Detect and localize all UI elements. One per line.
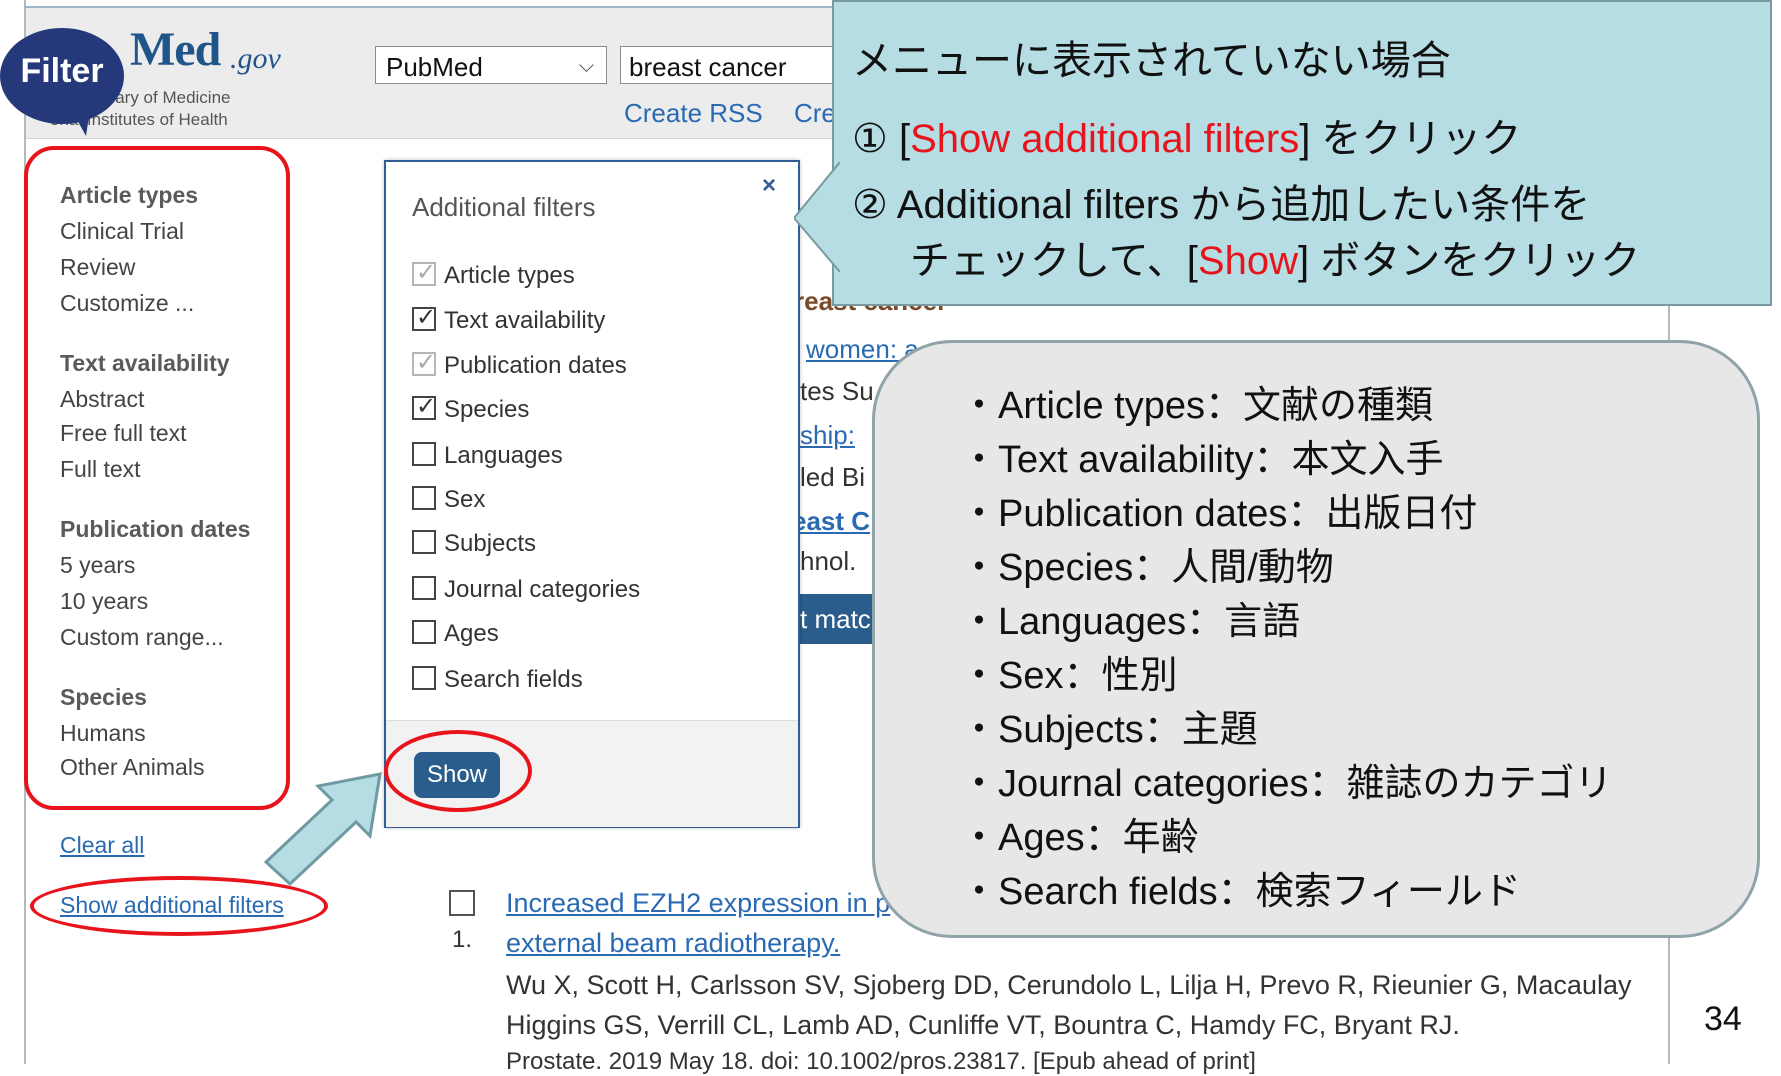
checkbox-search-fields[interactable] [412,666,436,690]
pubmed-logo[interactable]: Med [130,22,221,77]
checkbox-subjects[interactable] [412,530,436,554]
checkbox-sex[interactable] [412,486,436,510]
option-label: Article types [444,262,575,289]
create-alert-link[interactable]: Cre [794,98,836,129]
sidebar-item-abstract[interactable]: Abstract [60,386,144,413]
checkbox-article-types: ✓ [412,259,436,286]
option-label: Species [444,396,530,423]
option-label: Text availability [444,307,606,334]
clear-all-link[interactable]: Clear all [60,832,144,859]
callout-line-2: ① [Show additional filters] をクリック [852,117,1522,161]
result-citation: Prostate. 2019 May 18. doi: 10.1002/pros… [506,1048,1256,1075]
checkbox-text-availability[interactable]: ✓ [412,304,436,331]
result-authors: Higgins GS, Verrill CL, Lamb AD, Cunliff… [506,1010,1460,1040]
pointer-arrow-icon [263,772,382,887]
result-snippet-link[interactable]: east C [792,506,870,537]
definition-languages: ・Languages：言語 [960,601,1301,643]
database-select-value: PubMed [386,52,483,82]
definition-text-availability: ・Text availability：本文入手 [960,439,1444,481]
callout-tail [794,162,840,272]
sidebar-item-5-years[interactable]: 5 years [60,552,135,579]
option-label: Subjects [444,530,537,557]
check-icon: ✓ [416,304,437,331]
option-label: Languages [444,442,563,469]
option-label: Ages [444,620,499,647]
result-number: 1. [452,926,473,953]
sidebar-heading-species: Species [60,684,147,710]
sidebar-item-review[interactable]: Review [60,254,135,281]
sidebar-item-other-animals[interactable]: Other Animals [60,754,204,781]
sidebar-item-custom-range[interactable]: Custom range... [60,624,224,651]
sidebar-item-free-full-text[interactable]: Free full text [60,420,187,447]
sidebar-item-full-text[interactable]: Full text [60,456,141,483]
sidebar-item-customize[interactable]: Customize ... [60,290,194,317]
definition-subjects: ・Subjects：主題 [960,709,1258,751]
panel-title: Additional filters [412,192,596,222]
definition-publication-dates: ・Publication dates：出版日付 [960,493,1478,535]
option-label: Journal categories [444,576,641,603]
show-button[interactable]: Show [414,752,500,798]
definition-ages: ・Ages：年齢 [960,817,1199,859]
result-snippet-link[interactable]: ship: [800,420,855,451]
create-rss-link[interactable]: Create RSS [624,98,763,129]
check-icon: ✓ [416,349,437,376]
option-label: Search fields [444,666,583,693]
definition-article-types: ・Article types：文献の種類 [960,385,1433,427]
result-title-link[interactable]: external beam radiotherapy. [506,928,840,959]
filter-bubble-tail [64,96,92,136]
checkbox-publication-dates: ✓ [412,349,436,376]
callout-line-4: チェックして、[Show] ボタンをクリック [910,239,1641,283]
result-snippet-text: tes Su [800,376,874,406]
close-icon[interactable]: × [762,172,776,200]
option-label: Sex [444,486,486,513]
sidebar-item-10-years[interactable]: 10 years [60,588,148,615]
result-select-checkbox[interactable] [449,890,475,916]
result-authors: Wu X, Scott H, Carlsson SV, Sjoberg DD, … [506,970,1632,1000]
definition-journal-categories: ・Journal categories：雑誌のカテゴリ [960,763,1613,805]
checkbox-species[interactable]: ✓ [412,393,436,420]
result-snippet-text: hnol. [800,546,857,576]
filter-label-text: Filter [20,52,104,90]
checkbox-journal-categories[interactable] [412,576,436,600]
checkbox-languages[interactable] [412,442,436,466]
result-title-link[interactable]: Increased EZH2 expression in p [506,888,890,919]
page-number: 34 [1704,1000,1742,1038]
option-label: Publication dates [444,352,627,379]
chevron-down-icon: ⌵ [578,55,594,77]
logo-gov-text: .gov [230,42,281,75]
callout-line-1: メニューに表示されていない場合 [852,39,1451,83]
additional-filters-panel: Additional filters × ✓ Article types ✓ T… [384,160,800,828]
definition-species: ・Species：人間/動物 [960,547,1334,589]
database-select[interactable]: PubMed ⌵ [375,46,607,84]
sidebar-item-clinical-trial[interactable]: Clinical Trial [60,218,184,245]
search-input[interactable]: breast cancer [620,46,860,84]
callout-red-text: Show additional filters [910,117,1300,161]
show-additional-filters-link[interactable]: Show additional filters [60,892,284,919]
sidebar-heading-text-availability: Text availability [60,350,230,376]
best-match-text: t matc [800,604,871,634]
check-icon: ✓ [416,393,437,420]
result-snippet-text: led Bi [800,462,866,492]
definition-search-fields: ・Search fields：検索フィールド [960,871,1521,913]
checkbox-ages[interactable] [412,620,436,644]
slide-frame-left [24,0,26,1064]
sidebar-heading-article-types: Article types [60,182,199,208]
callout-line-3: ② Additional filters から追加したい条件を [852,183,1591,227]
sidebar-heading-publication-dates: Publication dates [60,516,251,542]
definition-sex: ・Sex：性別 [960,655,1178,697]
callout-red-text: Show [1197,239,1298,283]
check-icon: ✓ [416,259,437,286]
sidebar-item-humans[interactable]: Humans [60,720,146,747]
search-input-value: breast cancer [629,52,787,82]
